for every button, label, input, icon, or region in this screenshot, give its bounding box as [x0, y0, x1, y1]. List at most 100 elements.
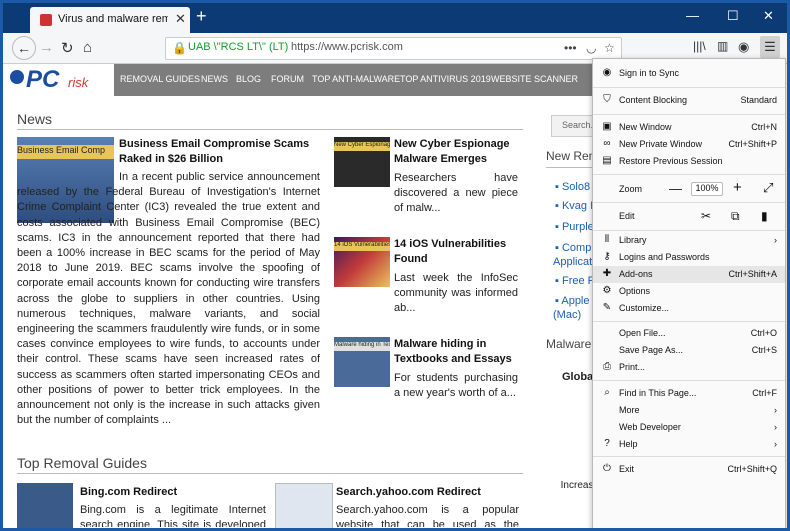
bookmark-star-icon[interactable]: ☆	[604, 41, 615, 55]
side-article-text-1: Researchers have discovered a new piece …	[394, 172, 518, 215]
removal-guides-heading: Top Removal Guides	[17, 455, 147, 471]
side-article-text-2: Last week the InfoSec community was info…	[394, 272, 518, 315]
nav-website-scanner[interactable]: WEBSITE SCANNER	[491, 74, 578, 84]
menu-customize[interactable]: ✎ Customize...	[593, 300, 785, 317]
logo-pc: PC	[26, 66, 60, 93]
app-menu: ◉ Sign in to Sync ⛉ Content Blocking Standa…	[592, 58, 786, 528]
page-actions-icon[interactable]: •••	[564, 41, 577, 55]
menu-find-in-page[interactable]: ⌕ Find in This Page... Ctrl+F	[593, 385, 785, 402]
new-window-icon: ▣	[602, 121, 612, 132]
removal-title-1[interactable]: Bing.com Redirect	[80, 485, 177, 500]
nav-news[interactable]: NEWS	[201, 74, 228, 84]
browser-tab[interactable]: Virus and malware removal inst ✕	[30, 7, 190, 33]
key-icon: ⚷	[603, 251, 611, 262]
chevron-right-icon: ›	[774, 422, 777, 432]
nav-removal-guides[interactable]: REMOVAL GUIDES	[120, 74, 200, 84]
url-text[interactable]: https://www.pcrisk.com	[291, 41, 403, 53]
side-article-thumbnail-3[interactable]: Malware hiding in Tex	[334, 337, 390, 387]
menu-print[interactable]: ⎙ Print...	[593, 359, 785, 376]
paste-icon[interactable]: ▮	[761, 209, 768, 223]
thumbnail-caption: New Cyber Espionag	[334, 142, 390, 151]
new-tab-button[interactable]: +	[196, 6, 207, 27]
site-header: PC risk REMOVAL GUIDES NEWS BLOG FORUM T…	[6, 64, 596, 96]
maximize-icon[interactable]: ☐	[727, 8, 739, 24]
removal-thumbnail-2[interactable]	[275, 483, 333, 528]
url-bar[interactable]: 🔒 UAB \"RCS LT\" (LT) https://www.pcrisk…	[165, 37, 622, 60]
sidebar-link-1[interactable]: ▪ Solo8	[555, 181, 590, 193]
power-icon: ⏻	[603, 463, 611, 474]
library-icon[interactable]: |||\	[693, 39, 706, 53]
restore-icon: ▤	[602, 155, 612, 166]
side-article-thumbnail-1[interactable]: New Cyber Espionag	[334, 137, 390, 187]
sidebar-link-5[interactable]: ▪ Free F	[555, 275, 594, 287]
removal-title-2[interactable]: Search.yahoo.com Redirect	[336, 485, 481, 500]
menu-separator	[593, 230, 785, 231]
side-article-title-3[interactable]: Malware hiding in Textbooks and Essays	[394, 337, 522, 367]
sidebar-link-6[interactable]: ▪ Apple	[555, 295, 590, 307]
menu-content-blocking[interactable]: ⛉ Content Blocking Standard	[593, 92, 785, 109]
menu-separator	[593, 380, 785, 381]
sidebar-icon[interactable]: ▥	[717, 39, 728, 53]
fullscreen-icon[interactable]: ⤢	[763, 180, 773, 196]
help-icon: ?	[604, 438, 610, 449]
menu-restore-session[interactable]: ▤ Restore Previous Session	[593, 153, 785, 170]
back-icon[interactable]: ←	[12, 36, 36, 60]
tab-title: Virus and malware removal inst	[58, 13, 168, 25]
close-window-icon[interactable]: ✕	[763, 8, 774, 24]
zoom-reset-button[interactable]: 100%	[691, 182, 723, 196]
menu-separator	[593, 174, 785, 175]
reload-icon[interactable]: ↻	[61, 39, 74, 57]
side-article-title-1[interactable]: New Cyber Espionage Malware Emerges	[394, 137, 522, 167]
menu-web-developer[interactable]: Web Developer ›	[593, 419, 785, 436]
account-icon[interactable]: ◉	[738, 39, 749, 55]
menu-add-ons[interactable]: ✚ Add-ons Ctrl+Shift+A	[593, 266, 785, 283]
side-article-title-2[interactable]: 14 iOS Vulnerabilities Found	[394, 237, 522, 267]
menu-options[interactable]: ⚙ Options	[593, 283, 785, 300]
menu-sign-in-sync[interactable]: ◉ Sign in to Sync	[593, 65, 785, 82]
forward-icon[interactable]: →	[39, 39, 54, 56]
chevron-right-icon: ›	[774, 405, 777, 415]
home-icon[interactable]: ⌂	[83, 39, 92, 56]
menu-library[interactable]: ⫴ Library ›	[593, 232, 785, 249]
minimize-icon[interactable]: —	[686, 8, 699, 23]
menu-icon[interactable]: ☰	[760, 36, 780, 58]
sidebar-link-4b[interactable]: Applicati	[553, 256, 595, 268]
menu-separator	[593, 87, 785, 88]
menu-logins[interactable]: ⚷ Logins and Passwords	[593, 249, 785, 266]
menu-new-window[interactable]: ▣ New Window Ctrl+N	[593, 119, 785, 136]
sidebar-link-2[interactable]: ▪ Kvag I	[555, 200, 593, 212]
nav-top-anti-malware[interactable]: TOP ANTI-MALWARE	[312, 74, 400, 84]
menu-exit[interactable]: ⏻ Exit Ctrl+Shift+Q	[593, 461, 785, 478]
nav-blog[interactable]: BLOG	[236, 74, 261, 84]
sidebar-divider	[546, 167, 596, 168]
edit-label: Edit	[619, 211, 635, 221]
site-logo[interactable]: PC risk	[6, 64, 114, 96]
brush-icon: ✎	[602, 302, 612, 313]
library-icon: ⫴	[604, 234, 610, 245]
side-article-text-3: For students purchasing a new year's wor…	[394, 372, 518, 400]
menu-more[interactable]: More ›	[593, 402, 785, 419]
cut-icon[interactable]: ✂	[701, 209, 711, 223]
malware-heading: Malware	[546, 337, 592, 351]
zoom-out-button[interactable]: —	[669, 181, 682, 196]
sidebar-link-4[interactable]: ▪ Comp	[555, 242, 591, 254]
menu-save-page[interactable]: Save Page As... Ctrl+S	[593, 342, 785, 359]
lock-icon[interactable]: 🔒	[172, 41, 187, 55]
removal-thumbnail-1[interactable]	[17, 483, 73, 528]
menu-help[interactable]: ? Help ›	[593, 436, 785, 453]
copy-icon[interactable]: ⧉	[731, 209, 740, 224]
main-article-title[interactable]: Business Email Compromise Scams Raked in…	[119, 137, 319, 167]
side-article-thumbnail-2[interactable]: 14 iOS Vulnerabilities	[334, 237, 390, 287]
menu-open-file[interactable]: Open File... Ctrl+O	[593, 325, 785, 342]
pocket-icon[interactable]: ◡	[586, 41, 596, 55]
sidebar-link-3[interactable]: ▪ Purple	[555, 221, 594, 233]
menu-zoom-row: Zoom — 100% + ⤢	[593, 179, 785, 199]
puzzle-icon: ✚	[602, 268, 612, 279]
menu-new-private-window[interactable]: ∞ New Private Window Ctrl+Shift+P	[593, 136, 785, 153]
nav-forum[interactable]: FORUM	[271, 74, 304, 84]
sidebar-link-6b[interactable]: (Mac)	[553, 309, 581, 321]
zoom-in-button[interactable]: +	[733, 179, 742, 196]
nav-top-antivirus[interactable]: TOP ANTIVIRUS 2019	[400, 74, 491, 84]
site-identity[interactable]: UAB \"RCS LT\" (LT)	[188, 41, 288, 53]
close-tab-icon[interactable]: ✕	[175, 11, 186, 27]
